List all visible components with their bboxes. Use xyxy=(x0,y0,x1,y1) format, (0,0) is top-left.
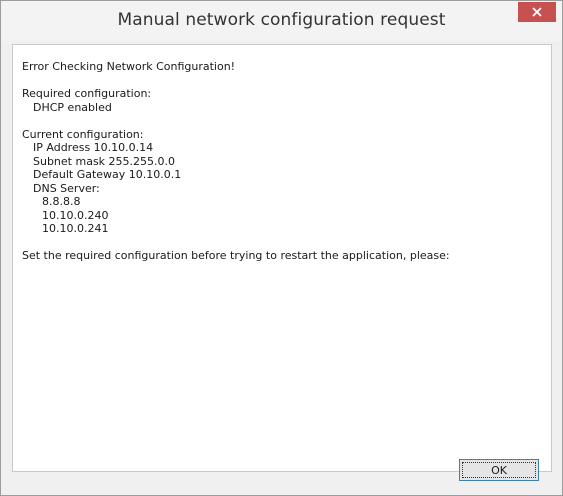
message-text: Error Checking Network Configuration! Re… xyxy=(22,60,450,263)
required-config-value: DHCP enabled xyxy=(33,100,112,114)
default-gateway-value: Default Gateway 10.10.0.1 xyxy=(33,168,182,181)
message-panel: Error Checking Network Configuration! Re… xyxy=(12,44,552,481)
dns-server-item: 10.10.0.241 xyxy=(42,222,109,235)
window-title: Manual network configuration request xyxy=(117,10,446,30)
required-config-label: Required configuration: xyxy=(22,87,152,100)
dns-server-label: DNS Server: xyxy=(33,181,100,195)
subnet-mask-value: Subnet mask 255.255.0.0 xyxy=(33,154,176,168)
close-icon xyxy=(532,7,542,17)
current-config-label: Current configuration: xyxy=(22,127,144,141)
dns-server-item: 8.8.8.8 xyxy=(42,195,81,208)
error-heading: Error Checking Network Configuration! xyxy=(22,60,236,73)
dns-server-item: 10.10.0.240 xyxy=(42,208,109,222)
ip-address-value: IP Address 10.10.0.14 xyxy=(33,141,154,154)
dialog-window: Manual network configuration request Err… xyxy=(0,0,563,496)
close-button[interactable] xyxy=(518,2,556,22)
title-bar[interactable]: Manual network configuration request xyxy=(1,1,562,41)
instruction-text: Set the required configuration before tr… xyxy=(22,249,450,262)
ok-button[interactable]: OK xyxy=(459,459,539,481)
